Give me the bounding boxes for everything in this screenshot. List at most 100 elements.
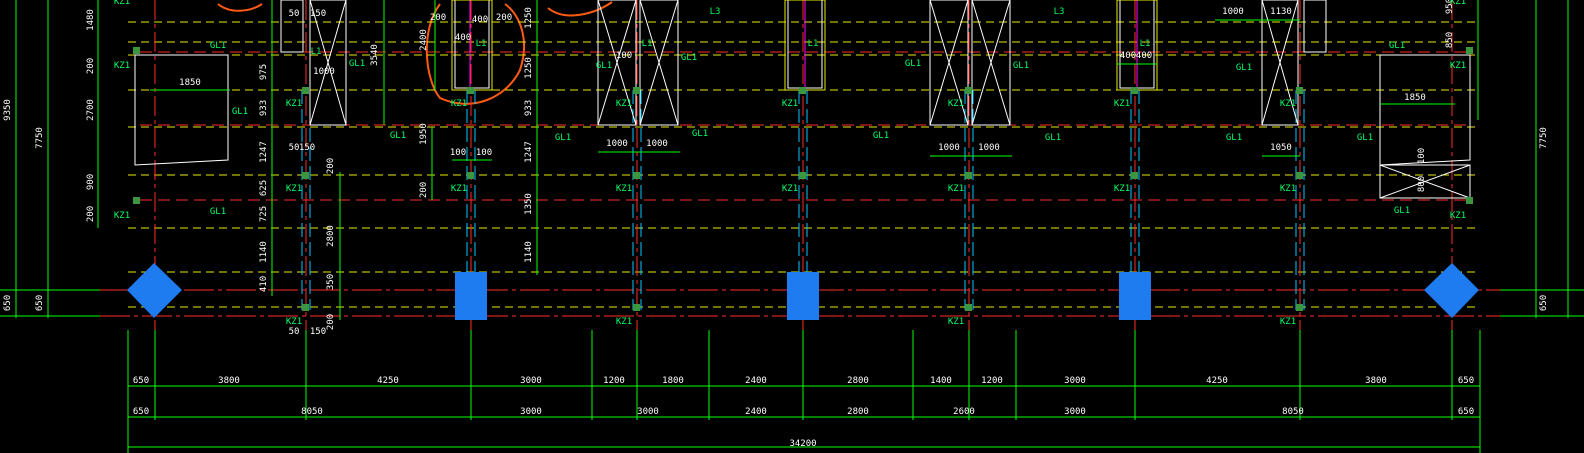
gl-label: GL1 — [905, 59, 921, 69]
kz-label: KZ1 — [114, 211, 130, 221]
dim-r1-4: 1200 — [603, 376, 625, 386]
gl-label: GL1 — [692, 129, 708, 139]
kz-label: KZ1 — [286, 99, 302, 109]
dim-r1-9: 1200 — [981, 376, 1003, 386]
dim-r1-12: 3800 — [1365, 376, 1387, 386]
kz-label: KZ1 — [1450, 0, 1466, 7]
kz-label: KZ1 — [451, 184, 467, 194]
left-dim-inner2-6: 410 — [259, 276, 269, 292]
pier-803 — [787, 272, 819, 320]
left-dim-inner2-5: 1140 — [259, 241, 269, 263]
w-dim-200-d: 200 — [326, 158, 336, 174]
right-dim-outer: 7750 — [1539, 127, 1549, 149]
dim-r1-5: 1800 — [662, 376, 684, 386]
gl-label: GL1 — [1013, 61, 1029, 71]
dim-r1-7: 2800 — [847, 376, 869, 386]
left-dim-outer: 9350 — [3, 99, 13, 121]
kz-label: KZ1 — [451, 99, 467, 109]
dim-r1-10: 3000 — [1064, 376, 1086, 386]
l1-label: L1 — [642, 39, 653, 49]
kz-label: KZ1 — [286, 184, 302, 194]
left-dim-second: 7750 — [35, 127, 45, 149]
w-dim-1000-b: 1000 — [646, 139, 668, 149]
left-dim-inner2-4: 725 — [259, 206, 269, 222]
gl-label: GL1 — [1236, 63, 1252, 73]
gl-label: GL1 — [1045, 133, 1061, 143]
gl-label: GL1 — [232, 107, 248, 117]
w-dim-1000-d: 1000 — [978, 143, 1000, 153]
w-dim-1000-c: 1000 — [938, 143, 960, 153]
w-dim-200-c: 200 — [419, 182, 429, 198]
w-dim-100-d: 100 — [1417, 148, 1427, 164]
dim-r1-11: 4250 — [1206, 376, 1228, 386]
w-dim-1140-b: 1140 — [524, 241, 534, 263]
l3-label: L3 — [1054, 7, 1065, 17]
gl-label: GL1 — [349, 59, 365, 69]
dim-r2-6: 2600 — [953, 407, 975, 417]
gl-label: GL1 — [873, 131, 889, 141]
w-dim-1050: 1050 — [1270, 143, 1292, 153]
kz-label: KZ1 — [114, 0, 130, 7]
w-dim-400-d: 400 — [1136, 51, 1152, 61]
w-dim-100-a: 100 — [616, 51, 632, 61]
w-dim-800: 800 — [1417, 176, 1427, 192]
dim-r2-4: 2400 — [745, 407, 767, 417]
w-dim-400-b: 400 — [455, 33, 471, 43]
w-dim-933: 933 — [524, 100, 534, 116]
kz-label: KZ1 — [948, 99, 964, 109]
gl-label: GL1 — [596, 61, 612, 71]
gl-label: GL1 — [555, 133, 571, 143]
dim-r1-0: 650 — [133, 376, 149, 386]
w-dim-1850-right: 1850 — [1404, 93, 1426, 103]
kz-label: KZ1 — [616, 184, 632, 194]
dim-total: 34200 — [789, 439, 816, 449]
dim-r2-8: 8050 — [1282, 407, 1304, 417]
kz-label: KZ1 — [1450, 61, 1466, 71]
w-dim-1000-e: 1000 — [1222, 7, 1244, 17]
dim-r2-7: 3000 — [1064, 407, 1086, 417]
w-dim-1250-a: 1250 — [524, 7, 534, 29]
kz-label: KZ1 — [1280, 99, 1296, 109]
dim-r1-2: 4250 — [377, 376, 399, 386]
w-dim-150-a: 150 — [310, 9, 326, 19]
right-dim-bottom: 650 — [1539, 295, 1549, 311]
kz-label: KZ1 — [782, 99, 798, 109]
gl-label: GL1 — [681, 53, 697, 63]
w-dim-1130: 1130 — [1270, 7, 1292, 17]
dim-r2-2: 3000 — [520, 407, 542, 417]
pier-471 — [455, 272, 487, 320]
w-dim-2400: 2400 — [419, 29, 429, 51]
left-dim-inner-3: 900 — [86, 174, 96, 190]
w-dim-200-a: 200 — [430, 13, 446, 23]
l1-label: L1 — [1140, 39, 1151, 49]
kz-label: KZ1 — [782, 184, 798, 194]
gl-label: GL1 — [1394, 206, 1410, 216]
w-dim-100-b: 100 — [450, 148, 466, 158]
w-dim-400-c: 400 — [1120, 51, 1136, 61]
w-dim-1000-a: 1000 — [606, 139, 628, 149]
kz-label: KZ1 — [1114, 184, 1130, 194]
w-dim-50-c: 50 — [289, 327, 300, 337]
w-dim-150-c: 150 — [310, 327, 326, 337]
w-dim-1350: 1350 — [524, 193, 534, 215]
dim-r1-13: 650 — [1458, 376, 1474, 386]
left-dim-inner-0: 1480 — [86, 9, 96, 31]
w-dim-50-b: 50 — [289, 143, 300, 153]
w-dim-1950: 1950 — [419, 123, 429, 145]
w-dim-200-e: 200 — [326, 314, 336, 330]
left-dim-inner2-1: 933 — [259, 100, 269, 116]
w-dim-1247: 1247 — [524, 141, 534, 163]
kz-label: KZ1 — [948, 317, 964, 327]
w-dim-50-a: 50 — [289, 9, 300, 19]
left-dim-inner2-3: 625 — [259, 180, 269, 196]
kz-label: KZ1 — [1280, 317, 1296, 327]
w-dim-1000-f: 1000 — [313, 67, 335, 77]
kz-label: KZ1 — [1114, 99, 1130, 109]
l1-label: L1 — [311, 47, 322, 57]
left-dim-inner2-2: 1247 — [259, 141, 269, 163]
gl-label: GL1 — [390, 131, 406, 141]
dim-r2-3: 3000 — [637, 407, 659, 417]
dim-r2-1: 8050 — [301, 407, 323, 417]
kz-label: KZ1 — [286, 317, 302, 327]
structural-plan-drawing: 650 3800 4250 3000 1200 1800 2400 2800 1… — [0, 0, 1584, 453]
